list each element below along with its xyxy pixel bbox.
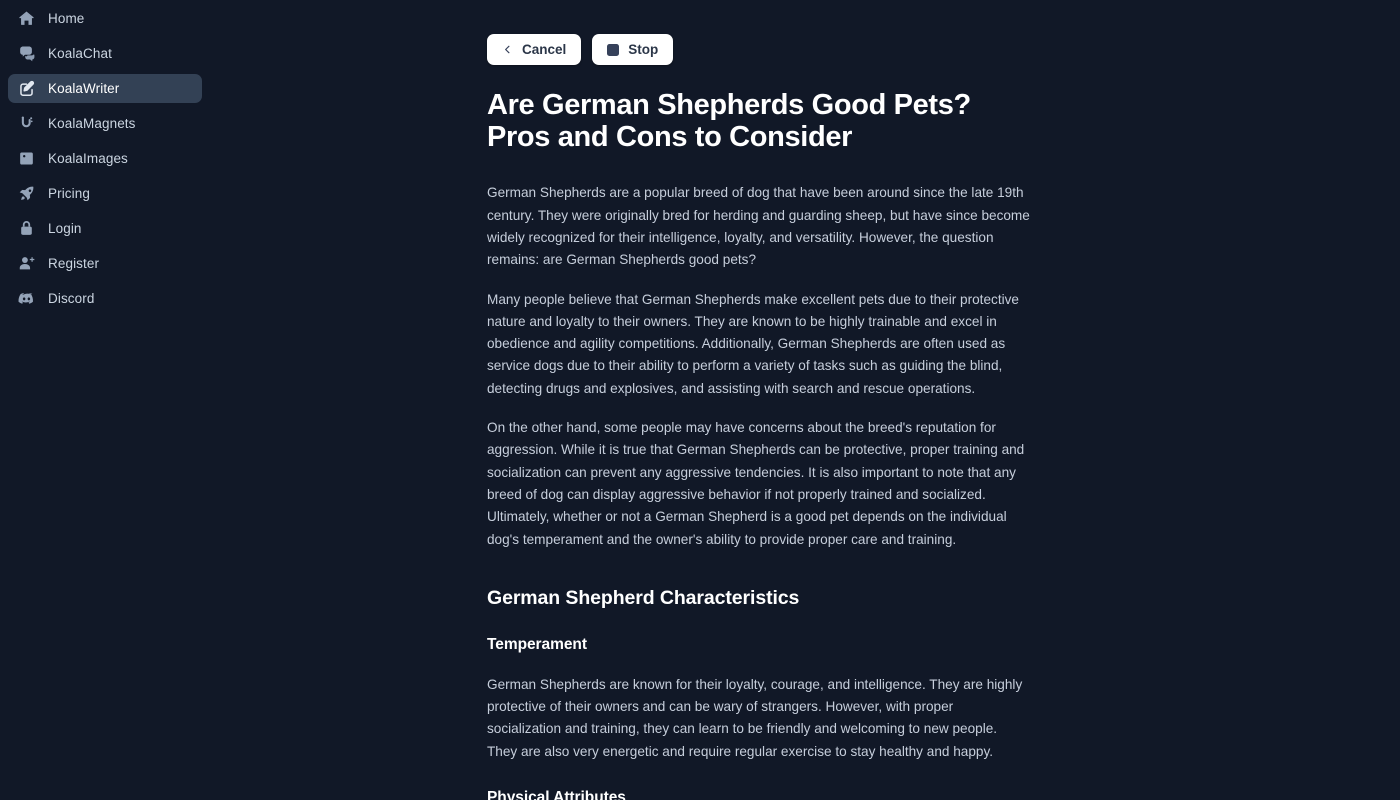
main-content: Cancel Stop Are German Shepherds Good Pe… xyxy=(210,0,1400,800)
article-subheading-temperament: Temperament xyxy=(487,635,587,653)
user-plus-icon xyxy=(17,254,36,273)
lock-icon xyxy=(17,219,36,238)
content-scroll-area: Cancel Stop Are German Shepherds Good Pe… xyxy=(210,0,1400,800)
sidebar-item-login[interactable]: Login xyxy=(8,214,202,243)
generated-article: Are German Shepherds Good Pets? Pros and… xyxy=(210,89,1210,800)
article-paragraph: Many people believe that German Shepherd… xyxy=(487,291,1019,396)
sidebar-item-label: KoalaImages xyxy=(48,151,128,166)
sidebar-item-koalachat[interactable]: KoalaChat xyxy=(8,39,202,68)
article-title: Are German Shepherds Good Pets? Pros and… xyxy=(487,89,971,154)
sidebar-item-label: KoalaMagnets xyxy=(48,116,136,131)
stop-button-label: Stop xyxy=(628,42,659,57)
sidebar-item-koalaimages[interactable]: KoalaImages xyxy=(8,144,202,173)
article-heading-characteristics: German Shepherd Characteristics xyxy=(487,586,800,609)
editor-toolbar: Cancel Stop xyxy=(210,34,1400,65)
sidebar-item-koalawriter[interactable]: KoalaWriter xyxy=(8,74,202,103)
chat-icon xyxy=(17,44,36,63)
sidebar-item-label: KoalaWriter xyxy=(48,81,120,96)
sidebar-item-label: Login xyxy=(48,221,82,236)
home-icon xyxy=(17,9,36,28)
rocket-icon xyxy=(17,184,36,203)
stop-button[interactable]: Stop xyxy=(592,34,674,65)
article-subheading-physical: Physical Attributes xyxy=(487,789,626,800)
sidebar-item-koalamagnets[interactable]: KoalaMagnets xyxy=(8,109,202,138)
sidebar-item-label: Pricing xyxy=(48,186,90,201)
sidebar-item-label: Register xyxy=(48,256,100,271)
sidebar-item-discord[interactable]: Discord xyxy=(8,284,202,313)
discord-icon xyxy=(17,289,36,308)
chevron-left-icon xyxy=(502,43,513,56)
sidebar: Home KoalaChat KoalaWriter KoalaMagnets … xyxy=(0,0,210,800)
article-paragraph: German Shepherds are known for their loy… xyxy=(487,676,1023,759)
article-paragraph: On the other hand, some people may have … xyxy=(487,420,1025,547)
app-root: Home KoalaChat KoalaWriter KoalaMagnets … xyxy=(0,0,1400,800)
sidebar-item-register[interactable]: Register xyxy=(8,249,202,278)
sidebar-item-label: Home xyxy=(48,11,85,26)
magnet-icon xyxy=(17,114,36,133)
stop-square-icon xyxy=(607,43,620,56)
sidebar-item-home[interactable]: Home xyxy=(8,4,202,33)
sidebar-item-pricing[interactable]: Pricing xyxy=(8,179,202,208)
sidebar-item-label: Discord xyxy=(48,291,95,306)
image-icon xyxy=(17,149,36,168)
pencil-square-icon xyxy=(17,79,36,98)
article-paragraph: German Shepherds are a popular breed of … xyxy=(487,185,1030,268)
cancel-button[interactable]: Cancel xyxy=(487,34,582,65)
cancel-button-label: Cancel xyxy=(522,42,567,57)
sidebar-item-label: KoalaChat xyxy=(48,46,112,61)
